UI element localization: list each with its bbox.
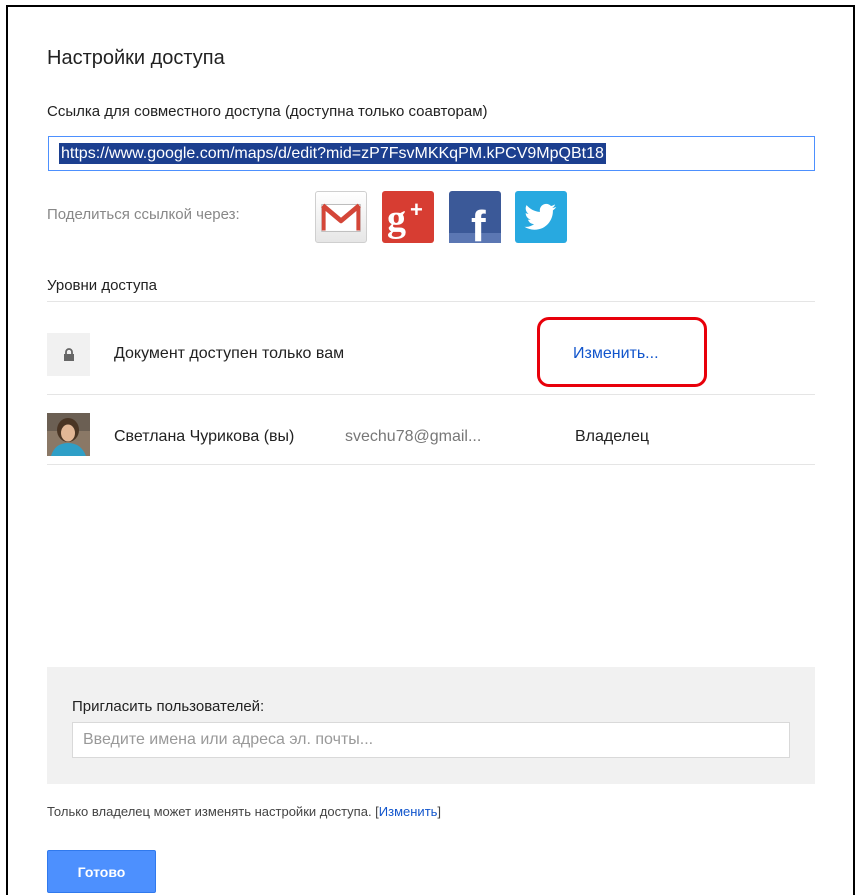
user-email: svechu78@gmail... xyxy=(345,428,482,445)
invite-input[interactable] xyxy=(72,722,790,758)
owner-note-text: Только владелец может изменять настройки… xyxy=(47,804,379,819)
svg-text:+: + xyxy=(410,197,423,222)
dialog-title: Настройки доступа xyxy=(47,47,225,69)
divider xyxy=(47,301,815,302)
owner-change-link[interactable]: Изменить xyxy=(379,804,438,819)
done-button[interactable]: Готово xyxy=(47,850,156,893)
gmail-icon[interactable] xyxy=(315,191,367,243)
svg-text:f: f xyxy=(471,202,486,243)
divider xyxy=(47,464,815,465)
access-levels-label: Уровни доступа xyxy=(47,277,157,294)
svg-text:g: g xyxy=(387,198,406,240)
user-role: Владелец xyxy=(575,428,650,445)
user-name: Светлана Чурикова (вы) xyxy=(114,428,295,445)
sharing-dialog: Настройки доступа Ссылка для совместного… xyxy=(6,5,855,895)
owner-note-suffix: ] xyxy=(437,804,442,819)
access-status-text: Документ доступен только вам xyxy=(114,345,345,362)
invite-panel: Пригласить пользователей: xyxy=(47,667,815,784)
share-link-label: Ссылка для совместного доступа (доступна… xyxy=(47,103,488,120)
share-via-label: Поделиться ссылкой через: xyxy=(47,206,240,223)
twitter-icon[interactable] xyxy=(515,191,567,243)
change-access-link[interactable]: Изменить... xyxy=(573,345,659,363)
invite-label: Пригласить пользователей: xyxy=(72,698,265,715)
share-link-field[interactable]: https://www.google.com/maps/d/edit?mid=z… xyxy=(48,136,815,171)
divider xyxy=(47,394,815,395)
share-link-value[interactable]: https://www.google.com/maps/d/edit?mid=z… xyxy=(59,143,606,164)
google-plus-icon[interactable]: g + xyxy=(382,191,434,243)
lock-icon xyxy=(47,333,90,376)
owner-note: Только владелец может изменять настройки… xyxy=(47,804,441,819)
facebook-icon[interactable]: f xyxy=(449,191,501,243)
avatar xyxy=(47,413,90,456)
